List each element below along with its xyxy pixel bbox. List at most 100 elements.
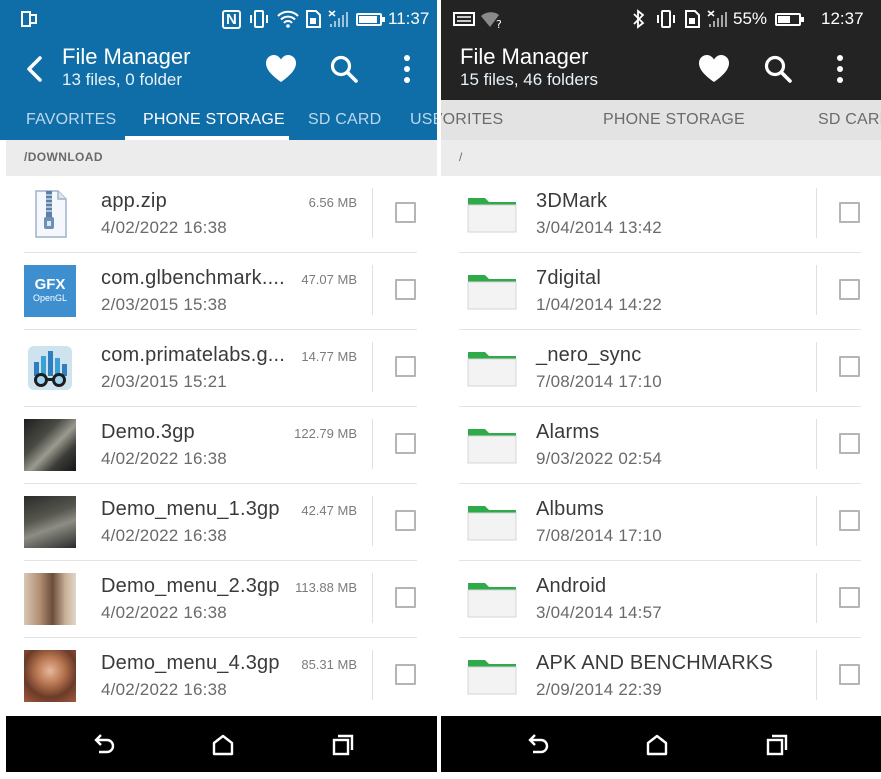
select-checkbox[interactable] <box>395 356 416 377</box>
bluetooth-icon <box>631 9 647 34</box>
vibrate-icon <box>655 9 677 34</box>
app-title: File Manager <box>460 44 589 69</box>
list-item[interactable]: Demo_menu_2.3gp 4/02/2022 16:38 113.88 M… <box>6 561 437 638</box>
tab-favorites[interactable]: FAVORITES <box>441 100 503 140</box>
list-item[interactable]: GFX OpenGL com.glbenchmark.... 2/03/2015… <box>6 253 437 330</box>
file-date: 4/02/2022 16:38 <box>101 526 227 545</box>
list-item[interactable]: com.primatelabs.g... 2/03/2015 15:21 14.… <box>6 330 437 407</box>
sim-icon <box>304 9 324 34</box>
nav-recents-icon[interactable] <box>763 731 791 759</box>
list-item[interactable]: Alarms 9/03/2022 02:54 <box>441 407 881 484</box>
row-separator <box>372 573 373 623</box>
list-item[interactable]: Android 3/04/2014 14:57 <box>441 561 881 638</box>
folder-date: 1/04/2014 14:22 <box>536 295 662 314</box>
app-subtitle: 15 files, 46 folders <box>460 70 598 89</box>
list-item[interactable]: Demo.3gp 4/02/2022 16:38 122.79 MB <box>6 407 437 484</box>
file-date: 2/03/2015 15:21 <box>101 372 227 391</box>
select-checkbox[interactable] <box>839 202 860 223</box>
list-item[interactable]: Albums 7/08/2014 17:10 <box>441 484 881 561</box>
list-item[interactable]: 3DMark 3/04/2014 13:42 <box>441 176 881 253</box>
row-separator <box>816 496 817 546</box>
select-checkbox[interactable] <box>839 587 860 608</box>
list-item[interactable]: _nero_sync 7/08/2014 17:10 <box>441 330 881 407</box>
status-bar: N 11:37 <box>0 0 437 38</box>
file-name: Demo_menu_2.3gp <box>101 575 280 597</box>
signal-icon <box>707 9 729 34</box>
tab-sd-card[interactable]: SD CARD <box>308 100 381 140</box>
folder-icon <box>467 271 517 311</box>
select-checkbox[interactable] <box>395 202 416 223</box>
list-item[interactable]: Demo_menu_1.3gp 4/02/2022 16:38 42.47 MB <box>6 484 437 561</box>
select-checkbox[interactable] <box>839 433 860 454</box>
nav-home-icon[interactable] <box>209 731 237 759</box>
folder-icon <box>467 425 517 465</box>
nav-home-icon[interactable] <box>643 731 671 759</box>
file-name: com.glbenchmark.... <box>101 267 285 289</box>
folder-name: Alarms <box>536 421 600 443</box>
current-path: / <box>459 150 463 164</box>
file-size: 85.31 MB <box>301 657 357 672</box>
folder-date: 7/08/2014 17:10 <box>536 372 662 391</box>
tab-favorites[interactable]: FAVORITES <box>26 100 116 140</box>
row-separator <box>816 342 817 392</box>
nav-back-icon[interactable] <box>524 731 552 759</box>
search-icon[interactable] <box>761 52 795 86</box>
app-subtitle: 13 files, 0 folder <box>62 70 183 89</box>
nav-recents-icon[interactable] <box>329 731 357 759</box>
folder-icon <box>467 194 517 234</box>
list-item[interactable]: app.zip 4/02/2022 16:38 6.56 MB <box>6 176 437 253</box>
select-checkbox[interactable] <box>839 279 860 300</box>
gfx-icon: GFX OpenGL <box>24 265 76 317</box>
row-separator <box>816 419 817 469</box>
select-checkbox[interactable] <box>395 587 416 608</box>
bottom-edge <box>0 772 437 779</box>
more-vert-icon[interactable] <box>823 52 857 86</box>
list-item[interactable]: APK AND BENCHMARKS 2/09/2014 22:39 <box>441 638 881 715</box>
folder-name: Android <box>536 575 607 597</box>
keyboard-icon <box>453 9 475 34</box>
row-separator <box>816 265 817 315</box>
tab-usb[interactable]: USB <box>410 100 437 140</box>
row-separator <box>372 342 373 392</box>
file-name: app.zip <box>101 190 167 212</box>
tab-phone-storage[interactable]: PHONE STORAGE <box>603 100 745 140</box>
search-icon[interactable] <box>327 52 361 86</box>
row-separator <box>816 188 817 238</box>
tab-phone-storage[interactable]: PHONE STORAGE <box>143 100 285 140</box>
select-checkbox[interactable] <box>395 664 416 685</box>
back-arrow-icon[interactable] <box>20 52 50 86</box>
select-checkbox[interactable] <box>839 510 860 531</box>
tab-sd-card[interactable]: SD CARD <box>818 100 881 140</box>
select-checkbox[interactable] <box>839 664 860 685</box>
file-date: 4/02/2022 16:38 <box>101 449 227 468</box>
row-separator <box>816 650 817 700</box>
folder-date: 2/09/2014 22:39 <box>536 680 662 699</box>
select-checkbox[interactable] <box>839 356 860 377</box>
select-checkbox[interactable] <box>395 433 416 454</box>
right-screen: ? 55% 12:37 File Manager 15 files, 46 fo… <box>441 0 881 779</box>
row-separator <box>372 496 373 546</box>
vibrate-icon <box>248 9 270 34</box>
list-item[interactable]: 7digital 1/04/2014 14:22 <box>441 253 881 330</box>
geekbench-icon <box>24 342 76 394</box>
file-size: 42.47 MB <box>301 503 357 518</box>
heart-icon[interactable] <box>264 52 298 86</box>
nav-back-icon[interactable] <box>90 731 118 759</box>
list-item[interactable]: Demo_menu_4.3gp 4/02/2022 16:38 85.31 MB <box>6 638 437 715</box>
folder-date: 9/03/2022 02:54 <box>536 449 662 468</box>
storage-tabs: FAVORITES PHONE STORAGE SD CARD <box>441 100 881 140</box>
gfx-logo-subtext: OpenGL <box>32 293 68 303</box>
heart-icon[interactable] <box>697 52 731 86</box>
current-path: /DOWNLOAD <box>24 150 103 164</box>
folder-icon <box>467 348 517 388</box>
file-date: 4/02/2022 16:38 <box>101 680 227 699</box>
folder-date: 3/04/2014 13:42 <box>536 218 662 237</box>
video-thumbnail <box>24 650 76 702</box>
select-checkbox[interactable] <box>395 510 416 531</box>
file-size: 122.79 MB <box>294 426 357 441</box>
battery-percent: 55% <box>733 9 768 28</box>
select-checkbox[interactable] <box>395 279 416 300</box>
folder-list: 3DMark 3/04/2014 13:42 7digital 1/04/201… <box>441 176 881 716</box>
more-vert-icon[interactable] <box>390 52 424 86</box>
file-list: app.zip 4/02/2022 16:38 6.56 MB GFX Open… <box>6 176 437 716</box>
